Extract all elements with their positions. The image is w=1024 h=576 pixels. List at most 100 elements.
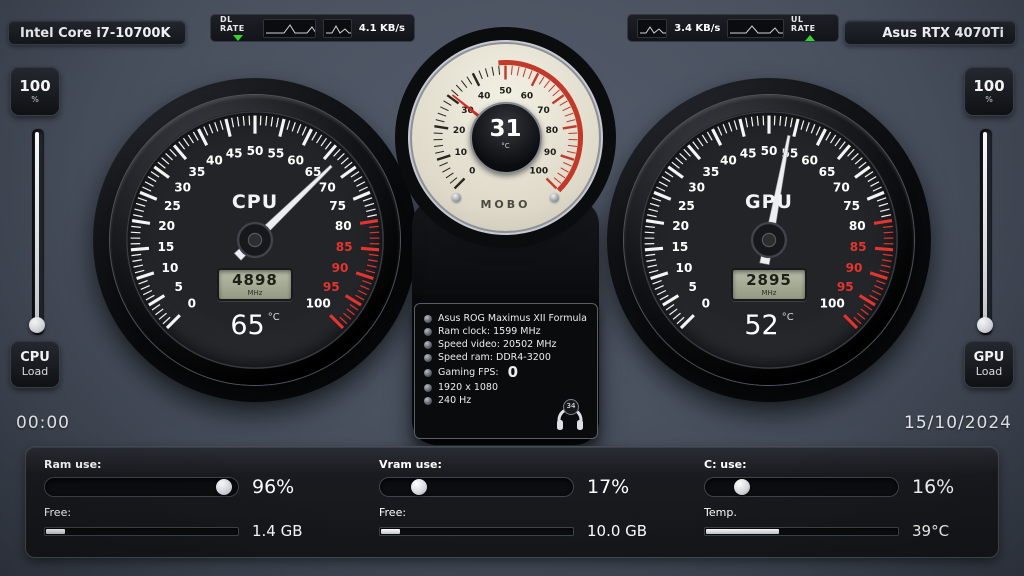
ul-rate-label: UL RATE xyxy=(791,15,829,33)
ram-free-bar xyxy=(44,527,239,536)
cpu-name: Intel Core i7-10700K xyxy=(20,26,171,41)
cpu-mhz-lcd: 4898 MHz xyxy=(217,268,293,301)
gpu-mhz-unit: MHz xyxy=(733,289,805,297)
dl-rate-label: DL RATE xyxy=(220,15,256,33)
svg-text:80: 80 xyxy=(546,126,559,136)
svg-text:80: 80 xyxy=(335,219,352,233)
motherboard-name: Asus ROG Maximus XII Formula xyxy=(438,313,587,324)
cpu-load-slider[interactable] xyxy=(31,128,45,336)
vram-free-bar xyxy=(379,527,574,536)
disk-use-label: C: use: xyxy=(704,458,980,471)
time-display: 00:00 xyxy=(16,413,70,433)
fps-value: 0 xyxy=(508,365,518,380)
svg-text:85: 85 xyxy=(336,240,353,254)
mobo-temp-unit: °C xyxy=(472,142,540,150)
svg-text:90: 90 xyxy=(544,148,557,158)
info-row-fps: Gaming FPS: 0 xyxy=(424,365,588,380)
disk-use-slider[interactable] xyxy=(704,477,899,497)
dl-rate-value: 4.1 KB/s xyxy=(359,23,405,34)
cpu-mhz-value: 4898 xyxy=(219,272,291,289)
vram-free-value: 10.0 GB xyxy=(587,522,647,540)
mobo-temp-display: 31 °C xyxy=(470,102,542,174)
svg-text:35: 35 xyxy=(703,165,720,179)
cpu-load-label-box: CPU Load xyxy=(10,340,60,388)
download-arrow-icon xyxy=(233,35,243,41)
gpu-load-readout: 100 % xyxy=(964,66,1014,116)
svg-text:50: 50 xyxy=(761,144,778,158)
ram-use-slider[interactable] xyxy=(44,477,239,497)
gpu-temp-unit: °C xyxy=(782,312,794,323)
gear-bullet-icon xyxy=(424,397,432,405)
gpu-name-box: Asus RTX 4070Ti xyxy=(844,20,1016,45)
cpu-mhz-unit: MHz xyxy=(219,289,291,297)
gpu-temp-value: 52 xyxy=(744,310,778,341)
svg-text:55: 55 xyxy=(267,146,284,160)
gpu-dial-svg: 0510152025303540455055606570758085909510… xyxy=(624,95,914,385)
gpu-load-slider-knob[interactable] xyxy=(977,317,993,333)
svg-text:20: 20 xyxy=(158,219,175,233)
svg-text:90: 90 xyxy=(332,261,349,275)
ram-free-value: 1.4 GB xyxy=(252,522,303,540)
screw-icon xyxy=(452,193,461,202)
gear-bullet-icon xyxy=(424,354,432,362)
vram-use-value: 17% xyxy=(587,476,629,498)
gpu-load-slider[interactable] xyxy=(979,128,993,336)
cpu-load-unit: % xyxy=(31,95,39,104)
vram-use-slider-knob[interactable] xyxy=(411,479,427,495)
vram-free-bar-fill xyxy=(381,529,400,534)
ram-speed: Speed ram: DDR4-3200 xyxy=(438,352,551,363)
ul-rate-value: 3.4 KB/s xyxy=(674,23,720,34)
ul-rate-mini-graph xyxy=(637,19,667,38)
cpu-load-slider-fill xyxy=(35,132,39,328)
svg-text:5: 5 xyxy=(689,280,697,294)
gear-bullet-icon xyxy=(424,341,432,349)
vram-use-label: Vram use: xyxy=(379,458,704,471)
dl-rate-mini-graph xyxy=(323,19,352,38)
ram-use-slider-knob[interactable] xyxy=(216,479,232,495)
svg-text:0: 0 xyxy=(188,296,196,310)
svg-text:10: 10 xyxy=(162,261,179,275)
svg-text:0: 0 xyxy=(469,167,475,177)
cpu-load-slider-knob[interactable] xyxy=(29,317,45,333)
mobo-gauge-title: MOBO xyxy=(412,198,599,211)
cpu-temp-readout: 65°C xyxy=(110,310,400,341)
ram-free-label: Free: xyxy=(44,506,379,519)
gpu-mhz-lcd: 2895 MHz xyxy=(731,268,807,301)
info-row-motherboard: Asus ROG Maximus XII Formula xyxy=(424,313,588,324)
gpu-name: Asus RTX 4070Ti xyxy=(882,26,1004,41)
gpu-load-label-line1: GPU xyxy=(974,350,1005,365)
disk-stats-column: C: use: 16% Temp. 39°C xyxy=(704,455,980,549)
date-display: 15/10/2024 xyxy=(904,413,1012,433)
cpu-load-label-line1: CPU xyxy=(20,350,50,365)
refresh-rate: 240 Hz xyxy=(438,395,471,406)
stats-panel: Ram use: 96% Free: 1.4 GB Vram use: 17% xyxy=(25,446,999,558)
upload-rate-widget: 3.4 KB/s UL RATE xyxy=(627,14,839,42)
disk-use-slider-knob[interactable] xyxy=(734,479,750,495)
cpu-load-label-line2: Load xyxy=(22,365,48,378)
svg-text:45: 45 xyxy=(740,146,757,160)
info-row-resolution: 1920 x 1080 xyxy=(424,382,588,393)
dl-rate-graph xyxy=(263,19,316,38)
system-info-panel: Asus ROG Maximus XII Formula Ram clock: … xyxy=(414,303,598,439)
gear-bullet-icon xyxy=(424,384,432,392)
resolution: 1920 x 1080 xyxy=(438,382,498,393)
vram-stats-column: Vram use: 17% Free: 10.0 GB xyxy=(379,455,704,549)
gpu-load-label-line2: Load xyxy=(976,365,1002,378)
cpu-load-value: 100 xyxy=(19,78,50,95)
gpu-mhz-value: 2895 xyxy=(733,272,805,289)
video-speed: Speed video: 20502 MHz xyxy=(438,339,557,350)
svg-text:95: 95 xyxy=(837,280,854,294)
cpu-name-box: Intel Core i7-10700K xyxy=(8,20,186,45)
mobo-gauge: 0102030405060708090100 31 °C MOBO xyxy=(412,44,599,231)
ram-free-bar-fill xyxy=(46,529,65,534)
svg-text:20: 20 xyxy=(672,219,689,233)
svg-text:65: 65 xyxy=(819,165,836,179)
gpu-load-value: 100 xyxy=(973,78,1004,95)
gpu-temp-readout: 52 °C xyxy=(624,310,914,341)
gpu-load-label-box: GPU Load xyxy=(964,340,1014,388)
cpu-temp-value: 65 xyxy=(230,310,264,341)
svg-text:10: 10 xyxy=(455,148,468,158)
cpu-gauge-title: CPU xyxy=(110,191,400,213)
upload-arrow-icon xyxy=(805,35,815,41)
vram-use-slider[interactable] xyxy=(379,477,574,497)
